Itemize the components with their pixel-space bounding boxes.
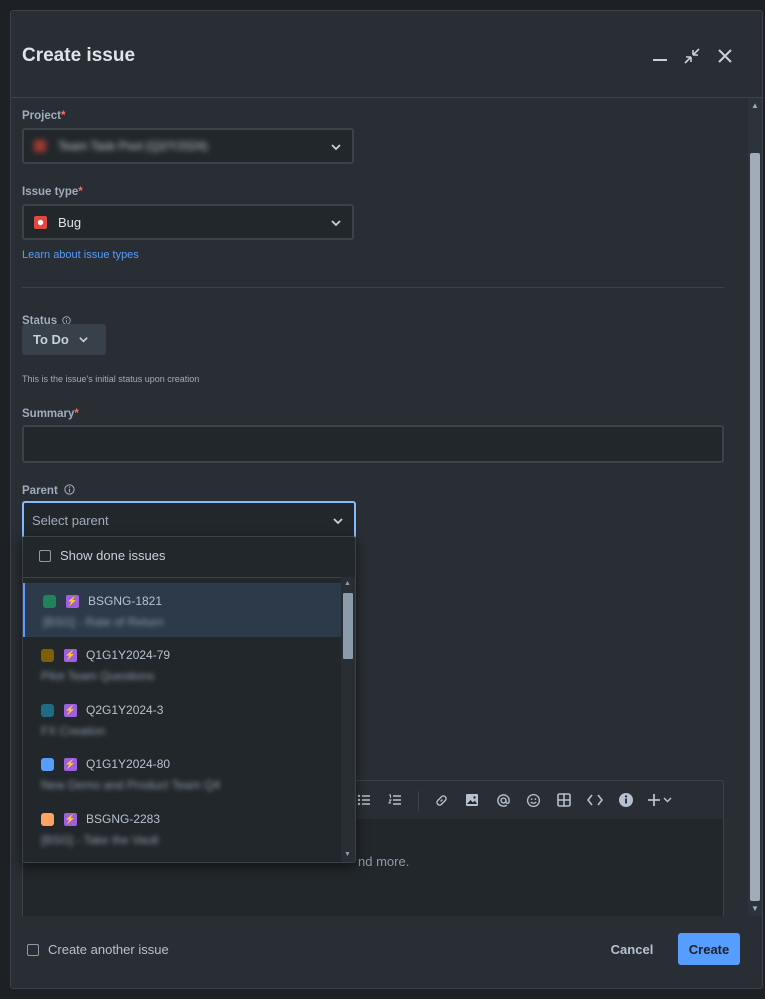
divider (22, 287, 724, 288)
bullet-list-icon[interactable] (355, 791, 373, 809)
status-value: To Do (33, 332, 69, 347)
scroll-down-icon: ▼ (751, 904, 759, 913)
parent-option[interactable]: ⚡ BSGNG-1821 [BSG] - Rate of Return (23, 583, 341, 637)
parent-select[interactable]: Select parent (22, 501, 356, 539)
parent-options-list: ⚡ BSGNG-1821 [BSG] - Rate of Return ⚡ Q1… (23, 583, 341, 862)
emoji-icon[interactable] (524, 791, 542, 809)
show-done-label: Show done issues (60, 548, 166, 563)
info-icon (64, 484, 75, 495)
dropdown-scrollbar[interactable]: ▲ ▼ (341, 577, 355, 862)
epic-color-icon (41, 649, 54, 662)
modal-scrollbar[interactable]: ▲ ▼ (748, 98, 762, 916)
chevron-down-icon (331, 220, 341, 227)
issue-type-value: Bug (58, 215, 82, 230)
parent-placeholder: Select parent (32, 513, 109, 528)
parent-option[interactable]: ⚡ Q1G1Y2024-79 Pilot Team Questions (23, 637, 341, 691)
parent-option[interactable]: ⚡ Q1G1Y2024-80 New Demo and Product Team… (23, 746, 341, 800)
parent-option-key: Q1G1Y2024-79 (86, 648, 171, 662)
epic-color-icon (43, 595, 56, 608)
create-another-checkbox[interactable] (27, 944, 39, 956)
collapse-button[interactable] (680, 44, 704, 68)
parent-option[interactable]: ⚡ BSGNG-2283 [BSG] - Take the Vault (23, 801, 341, 855)
parent-label: Parent (22, 484, 75, 497)
project-avatar-icon (34, 140, 46, 152)
parent-option-key: BSGNG-2283 (86, 812, 161, 826)
summary-input[interactable] (22, 425, 724, 463)
chevron-down-icon (333, 518, 343, 525)
lightning-icon: ⚡ (66, 595, 79, 608)
parent-option[interactable]: ⚡ Q2G1Y2024-3 FX Creation (23, 692, 341, 746)
toolbar-divider (418, 791, 419, 811)
lightning-icon: ⚡ (64, 813, 77, 826)
lightning-icon: ⚡ (64, 758, 77, 771)
epic-color-icon (41, 704, 54, 717)
scroll-up-icon: ▲ (344, 580, 351, 587)
chevron-down-icon (331, 144, 341, 151)
code-icon[interactable] (586, 791, 604, 809)
learn-issue-types-link[interactable]: Learn about issue types (22, 249, 139, 261)
create-another-label: Create another issue (48, 942, 169, 957)
table-icon[interactable] (555, 791, 573, 809)
minimize-button[interactable] (648, 44, 672, 68)
insert-more-icon[interactable] (647, 791, 677, 809)
status-dropdown-button[interactable]: To Do (22, 324, 106, 355)
scrollbar-thumb[interactable] (750, 153, 760, 901)
numbered-list-icon[interactable] (386, 791, 404, 809)
issue-type-select[interactable]: Bug (22, 204, 354, 240)
parent-option-key: Q1G1Y2024-80 (86, 757, 171, 771)
parent-option-summary: Pilot Team Questions (41, 669, 155, 683)
parent-dropdown: Show done issues ⚡ BSGNG-1821 [BSG] - Ra… (22, 536, 356, 863)
close-icon (718, 49, 732, 63)
parent-option-summary: [BSG] - Take the Vault (41, 833, 159, 847)
cancel-button[interactable]: Cancel (599, 933, 665, 965)
summary-label: Summary* (22, 408, 79, 420)
parent-option-summary: FX Creation (41, 724, 106, 738)
project-select[interactable]: Team Task Pool (Q2/Y2024) (22, 128, 354, 164)
parent-option-summary: [BSG] - Rate of Return (43, 615, 164, 629)
modal-title: Create issue (22, 45, 136, 66)
project-value: Team Task Pool (Q2/Y2024) (58, 139, 208, 153)
bug-icon (34, 216, 47, 229)
close-button[interactable] (713, 44, 737, 68)
epic-color-icon (41, 813, 54, 826)
show-done-checkbox[interactable] (39, 550, 51, 562)
image-icon[interactable] (463, 791, 481, 809)
collapse-icon (684, 48, 700, 64)
lightning-icon: ⚡ (64, 649, 77, 662)
epic-color-icon (41, 758, 54, 771)
issue-type-label: Issue type* (22, 186, 83, 198)
create-button[interactable]: Create (678, 933, 740, 965)
info-panel-icon[interactable] (617, 791, 635, 809)
minimize-icon (653, 59, 667, 61)
chevron-down-icon (79, 337, 88, 343)
scroll-down-icon: ▼ (344, 851, 351, 858)
lightning-icon: ⚡ (64, 704, 77, 717)
parent-option-summary: New Demo and Product Team Q4 (41, 778, 221, 792)
description-placeholder: nd more. (358, 854, 410, 869)
dropdown-header: Show done issues (23, 537, 355, 578)
modal-header: Create issue (11, 11, 762, 98)
link-icon[interactable] (432, 791, 450, 809)
parent-option-key: BSGNG-1821 (88, 594, 163, 608)
scroll-up-icon: ▲ (751, 101, 759, 110)
status-help-text: This is the issue's initial status upon … (22, 374, 200, 384)
project-label: Project* (22, 110, 66, 122)
dropdown-scrollbar-thumb[interactable] (343, 593, 353, 659)
parent-option-key: Q2G1Y2024-3 (86, 703, 164, 717)
mention-icon[interactable] (494, 791, 512, 809)
